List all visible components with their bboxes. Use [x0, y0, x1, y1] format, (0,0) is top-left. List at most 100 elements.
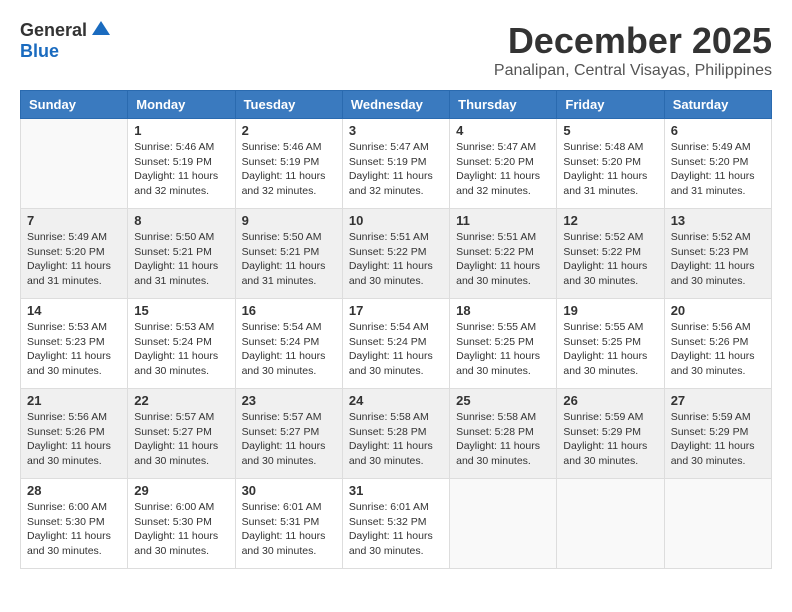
weekday-header: Sunday	[21, 91, 128, 119]
day-number: 10	[349, 213, 443, 228]
calendar-cell: 9 Sunrise: 5:50 AM Sunset: 5:21 PM Daylig…	[235, 209, 342, 299]
calendar-header-row: SundayMondayTuesdayWednesdayThursdayFrid…	[21, 91, 772, 119]
day-number: 3	[349, 123, 443, 138]
calendar-cell: 10 Sunrise: 5:51 AM Sunset: 5:22 PM Dayli…	[342, 209, 449, 299]
day-info: Sunrise: 5:54 AM Sunset: 5:24 PM Dayligh…	[242, 320, 336, 379]
subtitle: Panalipan, Central Visayas, Philippines	[494, 62, 772, 80]
day-info: Sunrise: 5:51 AM Sunset: 5:22 PM Dayligh…	[349, 230, 443, 289]
calendar-cell: 14Sunrise: 5:53 AM Sunset: 5:23 PM Dayli…	[21, 299, 128, 389]
day-number: 26	[563, 393, 657, 408]
calendar-week-row: 1 Sunrise: 5:46 AM Sunset: 5:19 PM Daylig…	[21, 119, 772, 209]
day-number: 6	[671, 123, 765, 138]
weekday-header: Tuesday	[235, 91, 342, 119]
calendar-cell: 18 Sunrise: 5:55 AM Sunset: 5:25 PM Dayli…	[450, 299, 557, 389]
day-info: Sunrise: 5:58 AM Sunset: 5:28 PM Dayligh…	[456, 410, 550, 469]
calendar-cell: 1Sunrise: 5:46 AM Sunset: 5:19 PM Daylig…	[128, 119, 235, 209]
calendar-cell	[557, 479, 664, 569]
day-number: 20	[671, 303, 765, 318]
day-number: 18	[456, 303, 550, 318]
weekday-header: Wednesday	[342, 91, 449, 119]
calendar-week-row: 14Sunrise: 5:53 AM Sunset: 5:23 PM Dayli…	[21, 299, 772, 389]
weekday-header: Monday	[128, 91, 235, 119]
weekday-header: Saturday	[664, 91, 771, 119]
day-number: 31	[349, 483, 443, 498]
day-info: Sunrise: 5:59 AM Sunset: 5:29 PM Dayligh…	[671, 410, 765, 469]
weekday-header: Thursday	[450, 91, 557, 119]
day-number: 1	[134, 123, 228, 138]
day-number: 2	[242, 123, 336, 138]
day-number: 24	[349, 393, 443, 408]
calendar-cell: 23 Sunrise: 5:57 AM Sunset: 5:27 PM Dayli…	[235, 389, 342, 479]
page-header: General Blue December 2025 Panalipan, Ce…	[20, 20, 772, 80]
calendar-cell: 21Sunrise: 5:56 AM Sunset: 5:26 PM Dayli…	[21, 389, 128, 479]
calendar-cell: 20Sunrise: 5:56 AM Sunset: 5:26 PM Dayli…	[664, 299, 771, 389]
month-title: December 2025	[494, 20, 772, 62]
calendar-cell: 3 Sunrise: 5:47 AM Sunset: 5:19 PM Daylig…	[342, 119, 449, 209]
calendar-cell: 17 Sunrise: 5:54 AM Sunset: 5:24 PM Dayli…	[342, 299, 449, 389]
day-info: Sunrise: 5:53 AM Sunset: 5:23 PM Dayligh…	[27, 320, 121, 379]
day-number: 9	[242, 213, 336, 228]
calendar-cell: 29 Sunrise: 6:00 AM Sunset: 5:30 PM Dayli…	[128, 479, 235, 569]
weekday-header: Friday	[557, 91, 664, 119]
calendar-cell: 7Sunrise: 5:49 AM Sunset: 5:20 PM Daylig…	[21, 209, 128, 299]
day-number: 28	[27, 483, 121, 498]
day-info: Sunrise: 5:50 AM Sunset: 5:21 PM Dayligh…	[134, 230, 228, 289]
day-info: Sunrise: 6:00 AM Sunset: 5:30 PM Dayligh…	[134, 500, 228, 559]
logo: General Blue	[20, 20, 110, 62]
calendar-cell: 31Sunrise: 6:01 AM Sunset: 5:32 PM Dayli…	[342, 479, 449, 569]
calendar-week-row: 7Sunrise: 5:49 AM Sunset: 5:20 PM Daylig…	[21, 209, 772, 299]
day-info: Sunrise: 5:59 AM Sunset: 5:29 PM Dayligh…	[563, 410, 657, 469]
day-info: Sunrise: 5:54 AM Sunset: 5:24 PM Dayligh…	[349, 320, 443, 379]
calendar-cell: 30 Sunrise: 6:01 AM Sunset: 5:31 PM Dayli…	[235, 479, 342, 569]
day-info: Sunrise: 5:49 AM Sunset: 5:20 PM Dayligh…	[671, 140, 765, 199]
day-number: 29	[134, 483, 228, 498]
day-info: Sunrise: 5:58 AM Sunset: 5:28 PM Dayligh…	[349, 410, 443, 469]
day-info: Sunrise: 5:46 AM Sunset: 5:19 PM Dayligh…	[242, 140, 336, 199]
calendar-cell: 26 Sunrise: 5:59 AM Sunset: 5:29 PM Dayli…	[557, 389, 664, 479]
day-number: 27	[671, 393, 765, 408]
calendar-cell: 22 Sunrise: 5:57 AM Sunset: 5:27 PM Dayli…	[128, 389, 235, 479]
day-info: Sunrise: 5:49 AM Sunset: 5:20 PM Dayligh…	[27, 230, 121, 289]
calendar-cell: 16 Sunrise: 5:54 AM Sunset: 5:24 PM Dayli…	[235, 299, 342, 389]
day-info: Sunrise: 5:55 AM Sunset: 5:25 PM Dayligh…	[563, 320, 657, 379]
day-number: 22	[134, 393, 228, 408]
day-number: 8	[134, 213, 228, 228]
calendar-cell: 4 Sunrise: 5:47 AM Sunset: 5:20 PM Daylig…	[450, 119, 557, 209]
calendar-cell	[450, 479, 557, 569]
day-info: Sunrise: 5:57 AM Sunset: 5:27 PM Dayligh…	[134, 410, 228, 469]
calendar-cell: 2 Sunrise: 5:46 AM Sunset: 5:19 PM Daylig…	[235, 119, 342, 209]
calendar-cell: 13Sunrise: 5:52 AM Sunset: 5:23 PM Dayli…	[664, 209, 771, 299]
calendar-cell: 8 Sunrise: 5:50 AM Sunset: 5:21 PM Daylig…	[128, 209, 235, 299]
day-number: 19	[563, 303, 657, 318]
day-number: 16	[242, 303, 336, 318]
day-info: Sunrise: 5:52 AM Sunset: 5:22 PM Dayligh…	[563, 230, 657, 289]
day-number: 30	[242, 483, 336, 498]
day-info: Sunrise: 6:01 AM Sunset: 5:31 PM Dayligh…	[242, 500, 336, 559]
day-number: 23	[242, 393, 336, 408]
calendar-cell: 28 Sunrise: 6:00 AM Sunset: 5:30 PM Dayli…	[21, 479, 128, 569]
logo-triangle-icon	[92, 21, 110, 40]
calendar-cell: 24 Sunrise: 5:58 AM Sunset: 5:28 PM Dayli…	[342, 389, 449, 479]
day-number: 25	[456, 393, 550, 408]
day-info: Sunrise: 5:55 AM Sunset: 5:25 PM Dayligh…	[456, 320, 550, 379]
day-info: Sunrise: 5:52 AM Sunset: 5:23 PM Dayligh…	[671, 230, 765, 289]
calendar-cell: 27 Sunrise: 5:59 AM Sunset: 5:29 PM Dayli…	[664, 389, 771, 479]
day-number: 4	[456, 123, 550, 138]
day-number: 17	[349, 303, 443, 318]
day-info: Sunrise: 5:56 AM Sunset: 5:26 PM Dayligh…	[27, 410, 121, 469]
day-number: 11	[456, 213, 550, 228]
day-info: Sunrise: 6:00 AM Sunset: 5:30 PM Dayligh…	[27, 500, 121, 559]
day-info: Sunrise: 5:57 AM Sunset: 5:27 PM Dayligh…	[242, 410, 336, 469]
calendar-cell: 5Sunrise: 5:48 AM Sunset: 5:20 PM Daylig…	[557, 119, 664, 209]
logo-blue-text: Blue	[20, 41, 59, 62]
calendar-cell: 6 Sunrise: 5:49 AM Sunset: 5:20 PM Daylig…	[664, 119, 771, 209]
day-info: Sunrise: 5:50 AM Sunset: 5:21 PM Dayligh…	[242, 230, 336, 289]
calendar-cell	[664, 479, 771, 569]
day-info: Sunrise: 5:53 AM Sunset: 5:24 PM Dayligh…	[134, 320, 228, 379]
calendar-cell: 15Sunrise: 5:53 AM Sunset: 5:24 PM Dayli…	[128, 299, 235, 389]
day-info: Sunrise: 5:47 AM Sunset: 5:20 PM Dayligh…	[456, 140, 550, 199]
title-area: December 2025 Panalipan, Central Visayas…	[494, 20, 772, 80]
calendar-cell: 19 Sunrise: 5:55 AM Sunset: 5:25 PM Dayli…	[557, 299, 664, 389]
calendar-table: SundayMondayTuesdayWednesdayThursdayFrid…	[20, 90, 772, 569]
day-info: Sunrise: 5:47 AM Sunset: 5:19 PM Dayligh…	[349, 140, 443, 199]
